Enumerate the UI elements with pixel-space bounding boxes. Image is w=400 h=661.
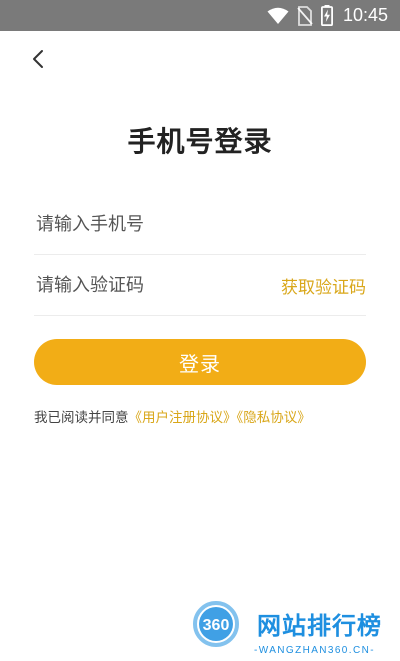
status-bar: 10:45	[0, 0, 400, 31]
watermark-site-name: 网站排行榜	[257, 612, 382, 640]
login-button[interactable]: 登录	[34, 339, 366, 385]
page-title: 手机号登录	[127, 125, 273, 158]
back-button[interactable]	[24, 45, 52, 73]
verification-code-input[interactable]	[34, 274, 281, 296]
watermark-badge: 360	[203, 617, 230, 634]
get-code-button[interactable]: 获取验证码	[281, 273, 366, 298]
agreement-prefix: 我已阅读并同意	[34, 410, 129, 426]
watermark-domain: -WANGZHAN360.CN-	[254, 645, 375, 656]
no-sim-icon	[297, 5, 313, 26]
watermark-logo: 360 网站排行榜 -WANGZHAN360.CN-	[193, 601, 382, 656]
phone-input[interactable]	[34, 213, 366, 235]
status-time: 10:45	[342, 5, 388, 25]
phone-field	[34, 194, 366, 255]
code-field: 获取验证码	[34, 255, 366, 316]
privacy-policy-link[interactable]: 《隐私协议》	[237, 410, 311, 426]
wifi-icon	[267, 7, 289, 24]
chevron-left-icon	[33, 50, 43, 68]
status-icons: 10:45	[267, 0, 388, 31]
agreement-text: 我已阅读并同意《用户注册协议》《隐私协议》	[34, 406, 311, 426]
user-agreement-link[interactable]: 《用户注册协议》	[129, 410, 237, 426]
battery-charging-icon	[320, 5, 333, 26]
